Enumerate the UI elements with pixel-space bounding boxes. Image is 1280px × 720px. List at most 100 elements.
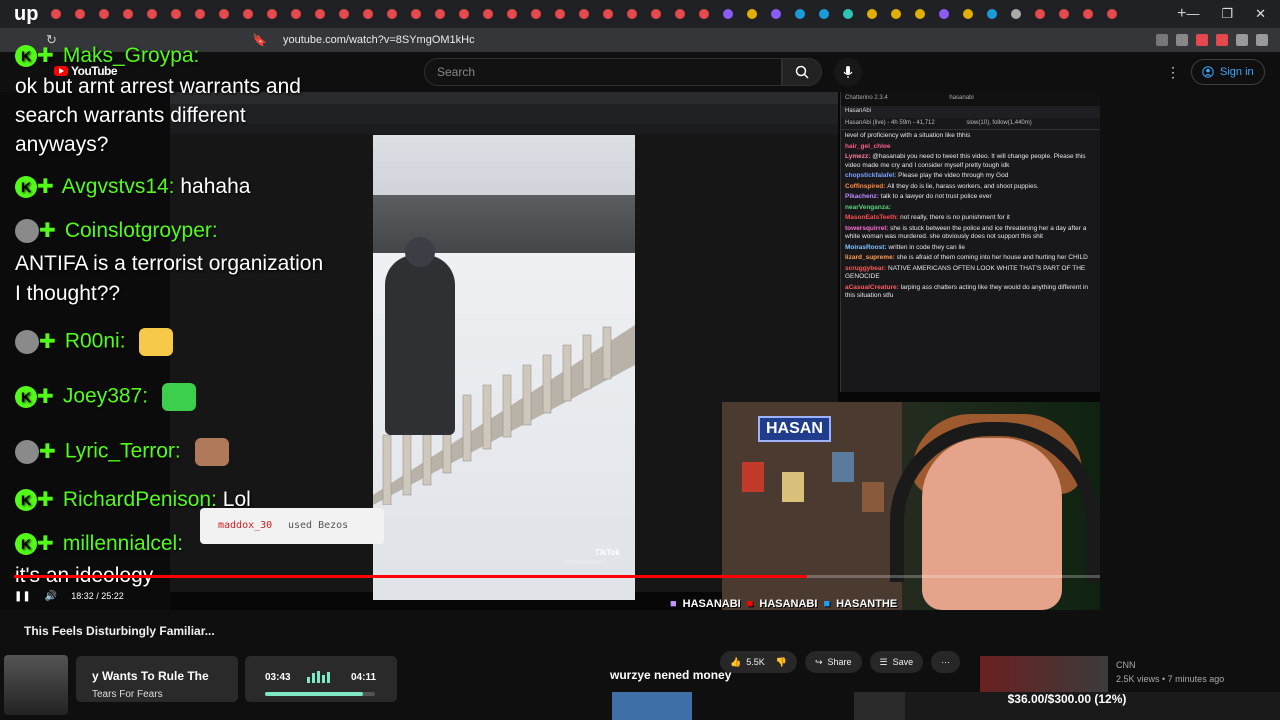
browser-tab[interactable] <box>980 0 1004 28</box>
extension-icon[interactable] <box>1236 34 1248 46</box>
chat-text: ok but arnt arrest warrants and <box>15 75 301 98</box>
like-button[interactable]: 👍 5.5K 👎 <box>720 651 797 673</box>
chatterino-messages: level of proficiency with a situation li… <box>841 130 1100 305</box>
restore-icon[interactable]: ❐ <box>1221 6 1233 22</box>
chatterino-window: Chatterino 2.3.4 hasanabi HasanAbi Hasan… <box>840 92 1100 392</box>
chat-username: Maks_Groypa: <box>57 44 200 67</box>
browser-tab[interactable] <box>164 0 188 28</box>
tab-favicon-icon <box>99 9 109 19</box>
browser-tab[interactable] <box>284 0 308 28</box>
search-button[interactable] <box>782 58 822 86</box>
tab-favicon-icon <box>507 9 517 19</box>
new-tab-button[interactable]: + <box>1177 5 1186 23</box>
browser-tab[interactable] <box>140 0 164 28</box>
browser-tab[interactable] <box>380 0 404 28</box>
browser-tab[interactable] <box>740 0 764 28</box>
browser-tab[interactable] <box>308 0 332 28</box>
browser-tab[interactable] <box>236 0 260 28</box>
browser-tab[interactable] <box>260 0 284 28</box>
tab-favicon-icon <box>459 9 469 19</box>
close-icon[interactable]: ✕ <box>1255 6 1266 22</box>
song-total-time: 04:11 <box>351 672 377 683</box>
browser-tab[interactable] <box>884 0 908 28</box>
extension-icon[interactable] <box>1156 34 1168 46</box>
browser-tab[interactable] <box>596 0 620 28</box>
browser-tab[interactable] <box>1004 0 1028 28</box>
browser-tab[interactable] <box>428 0 452 28</box>
browser-tab[interactable] <box>92 0 116 28</box>
song-progress-bar <box>265 692 375 696</box>
save-button[interactable]: ☰ Save <box>869 651 924 673</box>
minimize-icon[interactable]: — <box>1186 6 1199 22</box>
browser-tab[interactable] <box>932 0 956 28</box>
browser-tab[interactable] <box>500 0 524 28</box>
tab-favicon-icon <box>819 9 829 19</box>
browser-tab[interactable] <box>404 0 428 28</box>
browser-tab[interactable] <box>332 0 356 28</box>
tab-favicon-icon <box>387 9 397 19</box>
chat-message: ✚ Lyric_Terror: <box>15 438 229 466</box>
browser-tab[interactable] <box>524 0 548 28</box>
browser-tab[interactable] <box>476 0 500 28</box>
url-field[interactable]: youtube.com/watch?v=8SYmgOM1kHc <box>283 34 1156 46</box>
tab-favicon-icon <box>699 9 709 19</box>
chatterino-text: talk to a lawyer do not trust police eve… <box>880 193 992 200</box>
browser-tab[interactable] <box>452 0 476 28</box>
extensions-toolbar <box>1156 34 1280 46</box>
browser-tab[interactable] <box>1028 0 1052 28</box>
extension-icon[interactable] <box>1196 34 1208 46</box>
browser-tab[interactable] <box>1100 0 1124 28</box>
bookmark-icon[interactable]: 🔖 <box>252 33 267 47</box>
chatterino-username: hair_gel_chloe <box>845 142 891 150</box>
browser-tab[interactable] <box>764 0 788 28</box>
extension-icon[interactable] <box>1256 34 1268 46</box>
browser-tab[interactable] <box>716 0 740 28</box>
browser-tab[interactable] <box>188 0 212 28</box>
browser-tab[interactable] <box>572 0 596 28</box>
browser-tab[interactable] <box>668 0 692 28</box>
browser-tab[interactable] <box>788 0 812 28</box>
more-menu-icon[interactable]: ⋮ <box>1166 64 1180 81</box>
thumbs-down-icon[interactable]: 👎 <box>776 657 787 668</box>
browser-tab[interactable] <box>548 0 572 28</box>
browser-tab[interactable] <box>212 0 236 28</box>
tab-favicon-icon <box>579 9 589 19</box>
chat-emote-icon <box>194 438 229 466</box>
sign-in-button[interactable]: Sign in <box>1191 59 1265 85</box>
webcam-poster <box>782 472 804 502</box>
video-title: This Feels Disturbingly Familiar... <box>24 624 215 638</box>
extension-icon[interactable] <box>1216 34 1228 46</box>
browser-tab[interactable] <box>1052 0 1076 28</box>
browser-tab[interactable] <box>812 0 836 28</box>
chatterino-message: lizard_supreme: she is afraid of them co… <box>845 254 1096 263</box>
recommended-video[interactable]: CNN 2.5K views • 7 minutes ago <box>980 656 1280 692</box>
recommended-channel: CNN <box>1116 660 1136 670</box>
search-input[interactable]: Search <box>424 58 782 86</box>
browser-tab[interactable] <box>956 0 980 28</box>
browser-tab[interactable] <box>68 0 92 28</box>
share-button[interactable]: ↪ Share <box>804 651 862 673</box>
more-actions-button[interactable]: ··· <box>931 651 961 673</box>
browser-tab[interactable] <box>620 0 644 28</box>
chat-username: Avgvstvs14: <box>57 175 181 198</box>
browser-tab[interactable] <box>644 0 668 28</box>
chat-message-continued: ok but arnt arrest warrants and <box>15 75 301 99</box>
browser-tab[interactable] <box>692 0 716 28</box>
webcam-poster <box>742 462 764 492</box>
browser-tab[interactable] <box>908 0 932 28</box>
pause-icon[interactable]: ❚❚ <box>14 591 31 602</box>
voice-search-button[interactable] <box>834 58 862 86</box>
volume-icon[interactable]: 🔊 <box>45 591 57 602</box>
browser-tab[interactable] <box>356 0 380 28</box>
browser-tab[interactable] <box>116 0 140 28</box>
chatterino-tab[interactable]: HasanAbi <box>841 106 1100 118</box>
video-progress-bar[interactable] <box>14 575 1100 578</box>
chatterino-message: MasonEatsTeeth: not really, there is no … <box>845 214 1096 223</box>
extension-icon[interactable] <box>1176 34 1188 46</box>
browser-tab[interactable] <box>44 0 68 28</box>
browser-tab[interactable] <box>1076 0 1100 28</box>
browser-tab[interactable] <box>860 0 884 28</box>
browser-tab[interactable] <box>836 0 860 28</box>
recommended-thumbnail <box>980 656 1108 692</box>
tab-favicon-icon <box>315 9 325 19</box>
